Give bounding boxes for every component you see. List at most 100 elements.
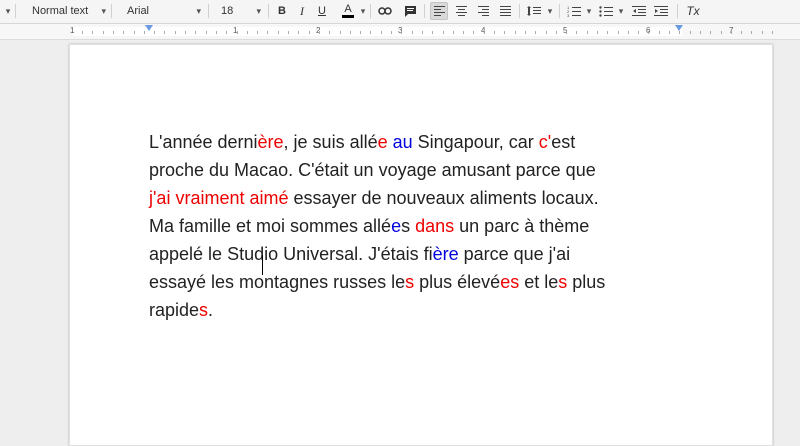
text-line: appelé le Studio Universal. J'étais fièr… xyxy=(149,240,689,268)
text-run: dans xyxy=(415,216,455,236)
chevron-down-icon[interactable]: ▾ xyxy=(545,2,555,20)
ruler-tick xyxy=(566,31,567,34)
ruler-tick xyxy=(340,31,341,34)
color-swatch xyxy=(342,15,354,18)
ruler: 1 1 2 3 4 5 6 7 xyxy=(0,24,800,40)
left-indent-marker[interactable] xyxy=(145,25,153,31)
numbered-list-button[interactable]: 123 xyxy=(565,2,583,20)
svg-text:3: 3 xyxy=(567,13,570,17)
ruler-tick xyxy=(123,31,124,34)
ruler-tick xyxy=(751,31,752,34)
ruler-tick xyxy=(237,31,238,34)
text-run: ère xyxy=(257,132,284,152)
ruler-tick xyxy=(556,31,557,34)
ruler-tick xyxy=(113,31,114,34)
ruler-tick xyxy=(607,31,608,34)
text-run: rapide xyxy=(149,300,200,320)
ruler-tick xyxy=(288,31,289,34)
increase-indent-button[interactable] xyxy=(652,2,670,20)
chevron-down-icon[interactable]: ▾ xyxy=(616,2,626,20)
text-run: . xyxy=(208,300,214,320)
ruler-tick xyxy=(412,31,413,34)
decrease-indent-button[interactable] xyxy=(630,2,648,20)
bold-button[interactable]: B xyxy=(273,2,291,20)
menu-dropdown-icon[interactable]: ▾ xyxy=(2,2,14,20)
ruler-tick xyxy=(370,31,371,34)
clear-formatting-button[interactable]: Tx xyxy=(684,2,702,20)
ruler-tick xyxy=(710,31,711,34)
ruler-tick xyxy=(597,31,598,34)
ruler-tick xyxy=(360,31,361,34)
text-run: un parc à thème xyxy=(454,216,590,236)
font-select[interactable]: Arial ▾ xyxy=(113,2,205,20)
ruler-tick xyxy=(195,31,196,34)
ruler-tick xyxy=(762,31,763,34)
text-run: appelé le Studio Universal. J'étais fi xyxy=(149,244,433,264)
formatting-toolbar: ▾ Normal text ▾ Arial ▾ 18 ▾ B I U A ▾ ▾… xyxy=(0,0,800,24)
document-page[interactable]: L'année dernière, je suis allée au Singa… xyxy=(69,44,773,446)
chevron-down-icon[interactable]: ▾ xyxy=(584,2,594,20)
link-icon xyxy=(378,7,392,15)
ruler-tick xyxy=(515,31,516,34)
ruler-number: 1 xyxy=(70,26,75,35)
ruler-tick xyxy=(494,31,495,34)
ruler-tick xyxy=(298,31,299,34)
document-body[interactable]: L'année dernière, je suis allée au Singa… xyxy=(149,128,689,324)
comment-button[interactable] xyxy=(401,2,419,20)
font-size-select[interactable]: 18 ▾ xyxy=(211,2,265,20)
text-run: essayer de nouveaux aliments locaux. xyxy=(288,188,599,208)
ruler-tick xyxy=(319,31,320,34)
chevron-down-icon[interactable]: ▾ xyxy=(358,2,368,20)
ruler-tick xyxy=(257,31,258,34)
bulleted-list-icon xyxy=(599,6,613,17)
ruler-tick xyxy=(144,31,145,34)
ruler-tick xyxy=(278,31,279,34)
ruler-tick xyxy=(669,31,670,34)
ruler-tick xyxy=(618,31,619,34)
comment-icon xyxy=(404,6,416,17)
text-run: e xyxy=(391,216,402,236)
italic-button[interactable]: I xyxy=(293,2,311,20)
align-center-button[interactable] xyxy=(452,2,470,20)
ruler-tick xyxy=(443,31,444,34)
ruler-tick xyxy=(154,31,155,34)
align-right-button[interactable] xyxy=(474,2,492,20)
ruler-tick xyxy=(463,31,464,34)
ruler-tick xyxy=(329,31,330,34)
line-spacing-icon xyxy=(527,6,541,16)
bulleted-list-button[interactable] xyxy=(597,2,615,20)
ruler-tick xyxy=(484,31,485,34)
decrease-indent-icon xyxy=(632,6,646,16)
font-size-value: 18 xyxy=(221,5,234,17)
align-center-icon xyxy=(455,6,467,16)
text-color-button[interactable]: A xyxy=(339,2,357,20)
link-button[interactable] xyxy=(376,2,394,20)
ruler-tick xyxy=(391,31,392,34)
align-left-icon xyxy=(433,6,445,16)
text-color-label: A xyxy=(344,3,352,15)
ruler-tick xyxy=(525,31,526,34)
justify-button[interactable] xyxy=(496,2,514,20)
text-run: au xyxy=(392,132,413,152)
text-run: L'année derni xyxy=(149,132,258,152)
underline-button[interactable]: U xyxy=(313,2,331,20)
align-right-icon xyxy=(477,6,489,16)
ruler-tick xyxy=(700,31,701,34)
text-run: e xyxy=(377,132,388,152)
font-select-value: Arial xyxy=(127,5,150,17)
chevron-down-icon: ▾ xyxy=(196,5,201,16)
line-spacing-button[interactable] xyxy=(525,2,543,20)
text-run: s xyxy=(401,216,416,236)
text-run: plus élevé xyxy=(414,272,501,292)
style-select-value: Normal text xyxy=(32,5,89,17)
ruler-tick xyxy=(381,31,382,34)
text-line: Ma famille et moi sommes allées dans un … xyxy=(149,212,689,240)
text-line: essayé les montagnes russes les plus éle… xyxy=(149,268,689,296)
style-select[interactable]: Normal text ▾ xyxy=(18,2,110,20)
numbered-list-icon: 123 xyxy=(567,5,581,17)
ruler-tick xyxy=(659,31,660,34)
ruler-tick xyxy=(587,31,588,34)
align-left-button[interactable] xyxy=(430,2,448,20)
ruler-tick xyxy=(401,31,402,34)
ruler-tick xyxy=(164,31,165,34)
